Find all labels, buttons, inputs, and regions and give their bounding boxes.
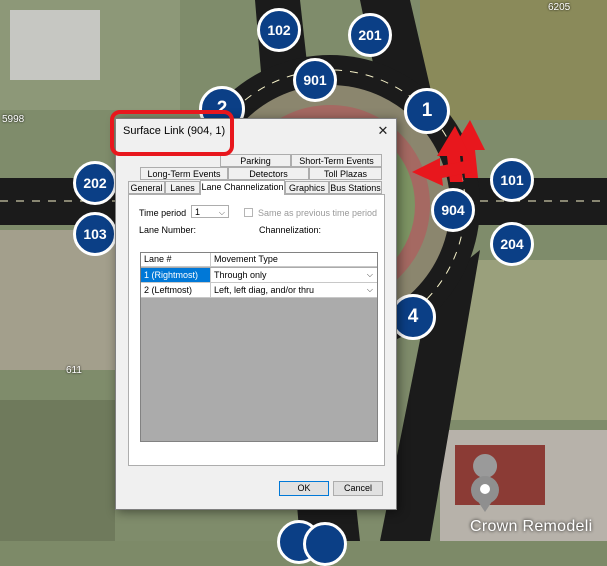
grid-header: Lane # Movement Type [141, 253, 377, 267]
close-icon[interactable]: ✕ [375, 123, 391, 139]
time-period-select[interactable]: 1 ⌵ [191, 205, 229, 218]
time-period-label: Time period [139, 208, 187, 218]
node-204[interactable]: 204 [490, 222, 534, 266]
node-1[interactable]: 1 [404, 88, 450, 134]
time-period-value: 1 [195, 207, 201, 217]
tab-general[interactable]: General [128, 181, 165, 194]
lane-cell[interactable]: 1 (Rightmost) [141, 268, 211, 282]
tab-long-term-events[interactable]: Long-Term Events [140, 167, 228, 180]
movement-select[interactable]: Through only ⌵ [211, 268, 377, 282]
tab-short-term-events[interactable]: Short-Term Events [291, 154, 382, 167]
ok-button[interactable]: OK [279, 481, 329, 496]
business-label: Crown Remodeli [470, 518, 593, 535]
title-highlight [110, 110, 234, 156]
tab-parking[interactable]: Parking [220, 154, 291, 167]
channelization-grid: Lane # Movement Type 1 (Rightmost) Throu… [140, 252, 378, 442]
table-row[interactable]: 2 (Leftmost) Left, left diag, and/or thr… [141, 283, 377, 298]
map-label-top-right: 6205 [548, 2, 571, 13]
node-103[interactable]: 103 [73, 212, 117, 256]
movement-value: Through only [214, 270, 267, 280]
node-201[interactable]: 201 [348, 13, 392, 57]
map-label-bottom-left: 611 [66, 365, 82, 376]
channelization-label: Channelization: [259, 225, 322, 235]
same-as-previous-label: Same as previous time period [258, 208, 378, 218]
grid-header-movement: Movement Type [214, 254, 278, 264]
cancel-button[interactable]: Cancel [333, 481, 383, 496]
node-202[interactable]: 202 [73, 161, 117, 205]
node-102[interactable]: 102 [257, 8, 301, 52]
movement-select[interactable]: Left, left diag, and/or thru ⌵ [211, 283, 377, 297]
lane-number-label: Lane Number: [139, 225, 197, 235]
tab-lane-channelization[interactable]: Lane Channelization [200, 180, 285, 195]
tab-graphics[interactable]: Graphics [285, 181, 329, 194]
node-partial-bottom-2[interactable] [303, 522, 347, 566]
node-101[interactable]: 101 [490, 158, 534, 202]
chevron-down-icon: ⌵ [218, 208, 225, 217]
chevron-down-icon: ⌵ [366, 270, 373, 279]
tab-detectors[interactable]: Detectors [228, 167, 309, 180]
tab-toll-plazas[interactable]: Toll Plazas [309, 167, 382, 180]
table-row[interactable]: 1 (Rightmost) Through only ⌵ [141, 268, 377, 283]
node-901[interactable]: 901 [293, 58, 337, 102]
chevron-down-icon: ⌵ [366, 285, 373, 294]
grid-header-lane: Lane # [141, 253, 211, 266]
node-904[interactable]: 904 [431, 188, 475, 232]
lane-cell[interactable]: 2 (Leftmost) [141, 283, 211, 297]
same-as-previous-checkbox[interactable] [244, 208, 253, 217]
tab-lanes[interactable]: Lanes [165, 181, 200, 194]
movement-value: Left, left diag, and/or thru [214, 285, 315, 295]
tab-bus-stations[interactable]: Bus Stations [329, 181, 382, 194]
map-label-left: 5998 [2, 114, 25, 125]
